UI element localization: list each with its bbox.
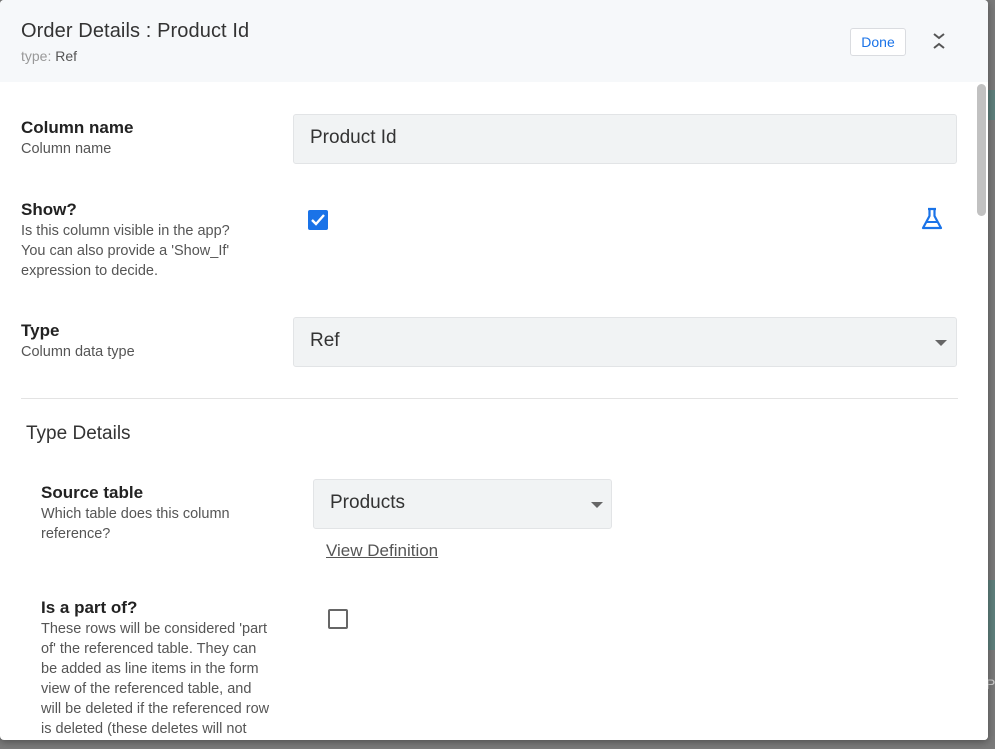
column-name-label: Column name [21,118,134,137]
show-description-line: You can also provide a 'Show_If' [21,243,230,259]
is-part-of-description-line: is deleted (these deletes will not [41,721,247,737]
view-definition-link[interactable]: View Definition [326,541,438,561]
type-details-title: Type Details [26,423,131,444]
dialog-subtitle: type: Ref [21,48,77,64]
source-table-value: Products [330,492,405,513]
is-part-of-label: Is a part of? [41,598,138,617]
done-button[interactable]: Done [850,28,906,56]
source-table-description: Which table does this column reference? [41,504,230,544]
source-table-label: Source table [41,483,144,502]
flask-icon[interactable] [919,206,945,232]
is-part-of-description-line: will be deleted if the referenced row [41,701,270,717]
check-icon [311,214,325,226]
type-label: Type [21,321,60,340]
column-name-description: Column name [21,141,112,157]
column-name-input[interactable]: Product Id [293,114,957,164]
background-strip [988,580,995,650]
chevron-down-icon [591,502,603,508]
column-name-value: Product Id [310,127,397,148]
show-description-line: Is this column visible in the app? [21,223,230,239]
is-part-of-description: These rows will be considered 'part of' … [41,619,269,739]
is-part-of-description-line: be added as line items in the form [41,661,259,677]
source-table-description-line: reference? [41,526,111,542]
chevron-down-icon [935,340,947,346]
show-description: Is this column visible in the app? You c… [21,221,230,281]
dialog-header: Order Details : Product Id type: Ref Don… [0,0,988,82]
type-select[interactable]: Ref [293,317,957,367]
is-part-of-description-line: These rows will be considered 'part [41,621,268,637]
is-part-of-checkbox[interactable] [328,609,348,629]
background-strip [988,90,995,120]
is-part-of-description-line: of' the referenced table. They can [41,641,257,657]
type-prefix: type: [21,48,52,64]
collapse-icon[interactable] [928,30,950,52]
type-description: Column data type [21,344,135,360]
is-part-of-description-line: view of the referenced table, and [41,681,252,697]
show-description-line: expression to decide. [21,263,159,279]
column-editor-dialog: Order Details : Product Id type: Ref Don… [0,0,988,740]
dialog-title: Order Details : Product Id [21,20,250,42]
type-value: Ref [55,48,78,64]
show-checkbox[interactable] [308,210,328,230]
source-table-select[interactable]: Products [313,479,612,529]
dialog-body: Column name Column name Product Id Show?… [0,82,988,740]
type-select-value: Ref [310,330,340,351]
source-table-description-line: Which table does this column [41,506,230,522]
scrollbar-thumb[interactable] [977,84,986,216]
section-divider [21,398,958,399]
show-label: Show? [21,200,77,219]
